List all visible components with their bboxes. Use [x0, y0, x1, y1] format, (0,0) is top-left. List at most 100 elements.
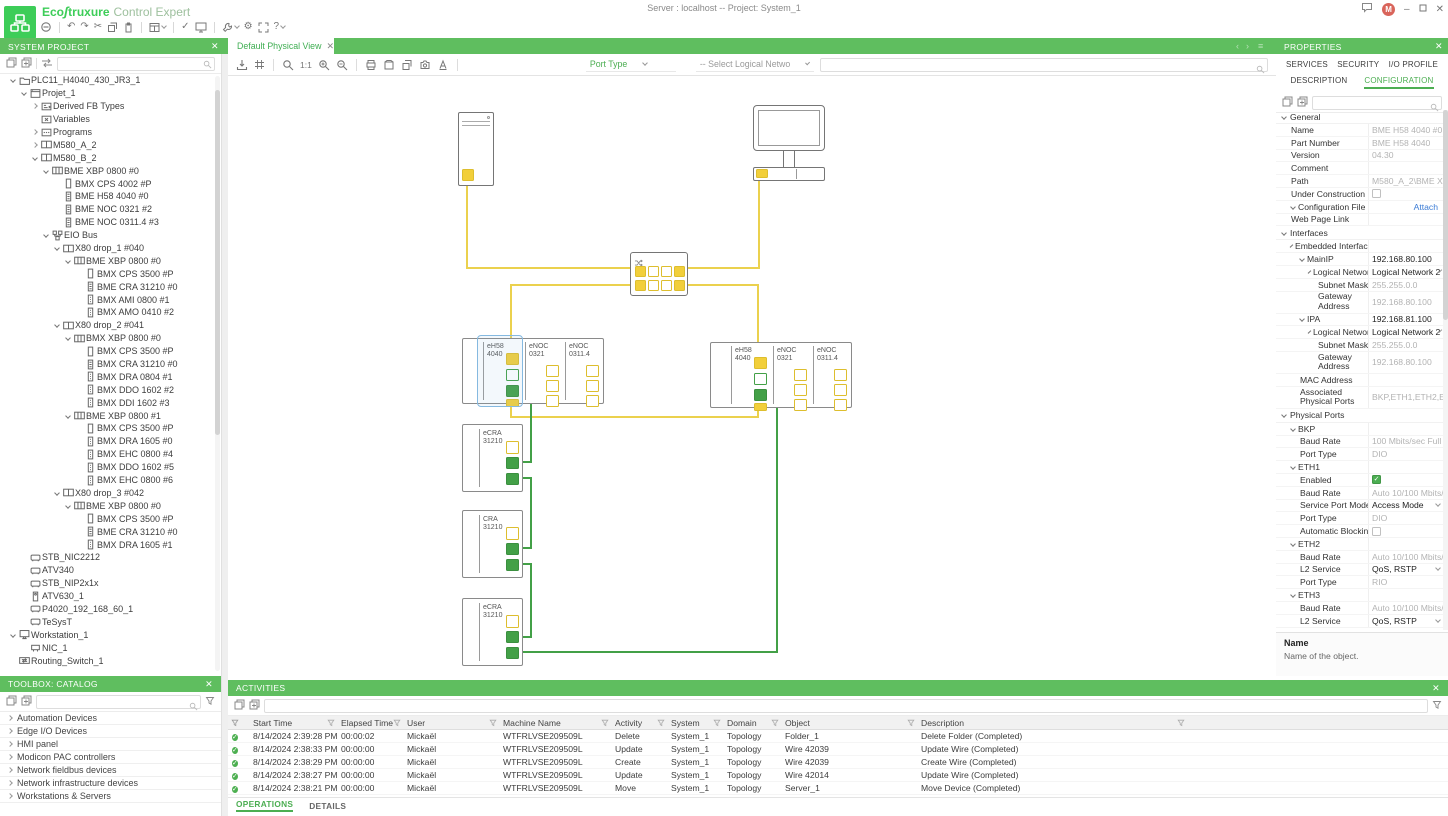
tree-expand-icon[interactable] — [8, 633, 18, 637]
tree-item[interactable]: PLC11_H4040_430_JR3_1 — [0, 74, 215, 87]
filter-icon[interactable] — [393, 719, 401, 727]
tree-item[interactable]: BME CRA 31210 #0 — [0, 525, 215, 538]
physical-view-canvas[interactable]: eH58 4040eNOC 0321eNOC 0311.4 eH58 4040eN… — [228, 76, 1276, 680]
table-row[interactable]: ✓8/14/2024 2:38:29 PM00:00:00MickaëlWTFR… — [228, 756, 1448, 769]
tree-item[interactable]: BMX DRA 1605 #0 — [0, 435, 215, 448]
attach-link[interactable]: Attach — [1414, 202, 1440, 212]
row-expand-icon[interactable] — [1290, 204, 1296, 210]
tree-item[interactable]: BME XBP 0800 #1 — [0, 409, 215, 422]
chat-icon[interactable] — [1361, 2, 1373, 17]
tree-expand-icon[interactable] — [7, 715, 13, 721]
tree-expand-icon[interactable] — [7, 767, 13, 773]
window-layout-icon[interactable] — [149, 22, 166, 33]
canvas-search-input[interactable] — [824, 59, 1254, 71]
property-value[interactable]: Auto 10/100 Mbits/sec — [1368, 602, 1443, 614]
tree-item[interactable]: BME XBP 0800 #0 — [0, 499, 215, 512]
collapse-all-icon[interactable] — [6, 693, 17, 711]
tab-configuration[interactable]: CONFIGURATION — [1364, 76, 1433, 89]
validate-icon[interactable]: ✓ — [181, 20, 189, 34]
tree-item[interactable]: BME CRA 31210 #0 — [0, 280, 215, 293]
tree-expand-icon[interactable] — [8, 78, 18, 82]
collapse-all-icon[interactable] — [234, 697, 245, 715]
filter-icon[interactable] — [1177, 719, 1185, 727]
cut-icon[interactable]: ✂ — [94, 20, 102, 34]
port[interactable] — [546, 365, 559, 377]
tree-item[interactable]: BMX AMI 0800 #1 — [0, 293, 215, 306]
row-expand-icon[interactable] — [1308, 270, 1312, 274]
port[interactable] — [506, 559, 519, 571]
port[interactable] — [635, 280, 646, 291]
minimize-icon[interactable]: – — [1404, 4, 1410, 16]
property-value[interactable] — [1368, 423, 1443, 435]
tab-scroll-right-icon[interactable]: › — [1246, 41, 1249, 51]
section-expand-icon[interactable] — [1281, 114, 1287, 120]
tree-expand-icon[interactable] — [30, 156, 40, 160]
property-value[interactable] — [1368, 240, 1443, 252]
tree-item[interactable]: Variables — [0, 113, 215, 126]
filter-icon[interactable] — [713, 719, 721, 727]
property-value[interactable] — [1368, 214, 1443, 226]
property-value[interactable]: 100 Mbits/sec Full duplex — [1368, 436, 1443, 448]
tree-item[interactable]: BMX DRA 1605 #1 — [0, 538, 215, 551]
wire-green[interactable] — [530, 477, 532, 548]
wire-yellow[interactable] — [510, 416, 759, 418]
rack-device[interactable]: eH58 4040eNOC 0321eNOC 0311.4 — [462, 338, 604, 404]
tree-expand-icon[interactable] — [19, 91, 29, 95]
property-value[interactable]: Auto 10/100 Mbits/sec — [1368, 551, 1443, 563]
tree-item[interactable]: BMX CPS 3500 #P — [0, 345, 215, 358]
system-project-close-icon[interactable]: ✕ — [211, 41, 219, 52]
wire-green[interactable] — [530, 563, 532, 637]
port[interactable] — [635, 266, 646, 277]
tree-item[interactable]: Programs — [0, 126, 215, 139]
property-value[interactable]: RIO — [1368, 576, 1443, 588]
activities-search-input[interactable] — [268, 700, 1414, 712]
tree-item[interactable]: X80 drop_1 #040 — [0, 242, 215, 255]
tree-item[interactable]: ATV340 — [0, 564, 215, 577]
redo-icon[interactable]: ↷ — [80, 20, 88, 34]
port[interactable] — [546, 380, 559, 392]
wire-yellow[interactable] — [757, 410, 759, 418]
search-icon[interactable] — [282, 59, 294, 71]
tree-item[interactable]: BME NOC 0311.4 #3 — [0, 216, 215, 229]
filter-icon[interactable] — [228, 716, 250, 729]
port[interactable] — [546, 395, 559, 407]
tree-expand-icon[interactable] — [63, 336, 73, 340]
expand-all-icon[interactable] — [249, 697, 260, 715]
row-expand-icon[interactable] — [1290, 426, 1296, 432]
toolbox-category[interactable]: Edge I/O Devices — [0, 725, 221, 738]
wire-yellow[interactable] — [688, 267, 760, 269]
workstation-monitor[interactable] — [753, 105, 825, 151]
snapshot-icon[interactable] — [419, 59, 431, 71]
tree-item[interactable]: STB_NIC2212 — [0, 551, 215, 564]
wire-yellow[interactable] — [466, 267, 632, 269]
row-expand-icon[interactable] — [1290, 592, 1296, 598]
chevron-down-icon[interactable] — [1435, 566, 1441, 572]
property-value[interactable]: 192.168.80.100 — [1368, 253, 1443, 265]
column-header-activity[interactable]: Activity — [612, 716, 668, 729]
tab-list-icon[interactable]: ≡ — [1258, 41, 1263, 51]
text-annotation-icon[interactable] — [437, 59, 449, 71]
tree-item[interactable]: Projet_1 — [0, 87, 215, 100]
print-icon[interactable] — [365, 59, 377, 71]
tree-item[interactable]: X80 drop_3 #042 — [0, 487, 215, 500]
filter-icon[interactable] — [771, 719, 779, 727]
tree-item[interactable]: TeSysT — [0, 615, 215, 628]
filter-icon[interactable] — [205, 693, 215, 711]
port[interactable] — [794, 384, 807, 396]
screen-icon[interactable] — [195, 22, 207, 33]
port[interactable] — [648, 280, 659, 291]
settings-icon[interactable]: ⚙ — [244, 20, 253, 34]
tree-item[interactable]: EIO Bus — [0, 229, 215, 242]
property-value[interactable]: BKP,ETH1,ETH2,ETH3 — [1368, 387, 1443, 408]
rack-device[interactable]: eH58 4040eNOC 0321eNOC 0311.4 — [710, 342, 852, 408]
table-row[interactable]: ✓8/14/2024 2:38:21 PM00:00:00MickaëlWTFR… — [228, 782, 1448, 795]
zoom-ratio-label[interactable]: 1:1 — [300, 60, 312, 70]
column-header-object[interactable]: Object — [782, 716, 918, 729]
port[interactable] — [586, 380, 599, 392]
section-expand-icon[interactable] — [1281, 412, 1287, 418]
tree-expand-icon[interactable] — [52, 246, 62, 250]
property-value[interactable]: Auto 10/100 Mbits/sec — [1368, 487, 1443, 499]
table-row[interactable]: ✓8/14/2024 2:39:28 PM00:00:02MickaëlWTFR… — [228, 730, 1448, 743]
workstation-unit[interactable] — [753, 167, 825, 181]
tree-item[interactable]: BME NOC 0321 #2 — [0, 203, 215, 216]
